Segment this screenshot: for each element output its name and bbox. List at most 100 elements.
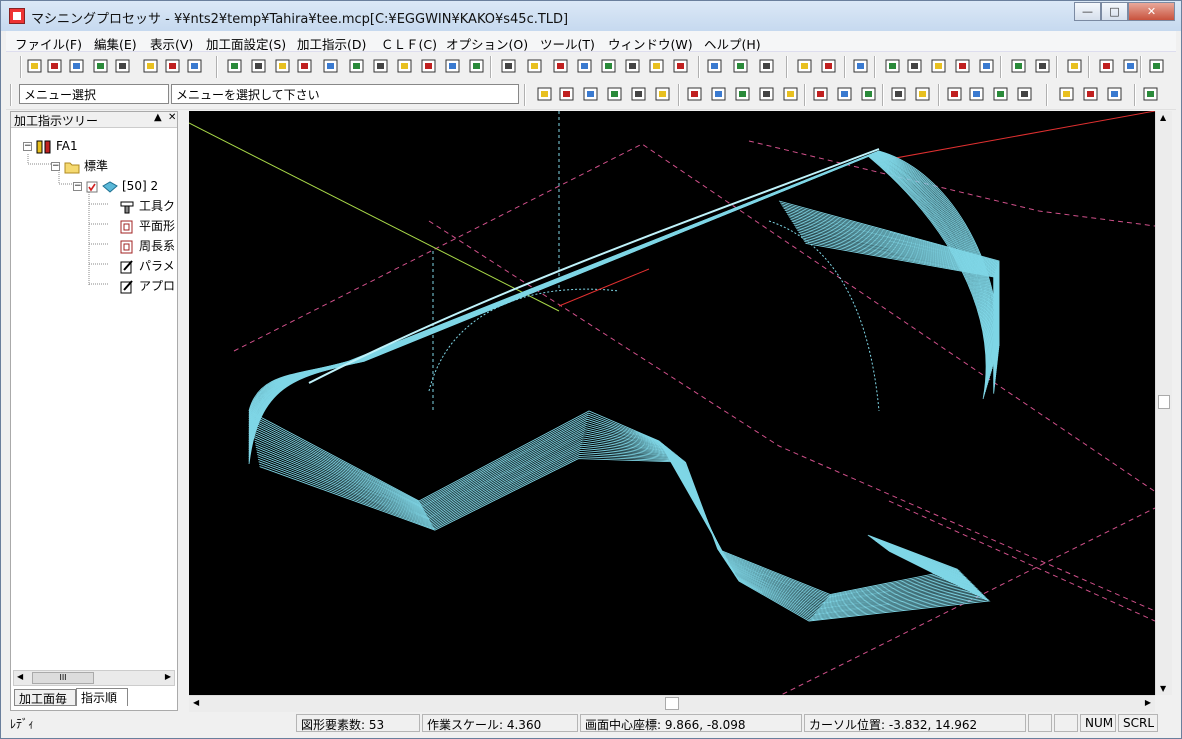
- scroll-thumb[interactable]: [665, 697, 679, 710]
- select-icon[interactable]: [526, 57, 544, 75]
- grid-tool-icon[interactable]: [322, 57, 340, 75]
- link-icon[interactable]: [672, 57, 690, 75]
- region-icon[interactable]: [710, 85, 728, 103]
- contour-icon[interactable]: [606, 85, 624, 103]
- tree-node-fa1[interactable]: − FA1: [23, 138, 78, 154]
- scroll-right-icon[interactable]: ▶: [165, 672, 171, 681]
- edit-icon[interactable]: [1082, 85, 1100, 103]
- layer-icon[interactable]: [420, 57, 438, 75]
- print-icon[interactable]: [164, 57, 182, 75]
- tree-node-surface[interactable]: − [50] 2: [73, 178, 158, 194]
- collapse-icon[interactable]: −: [23, 142, 32, 151]
- menu-machining[interactable]: 加工指示(D): [297, 34, 366, 53]
- tab-by-order[interactable]: 指示順: [76, 688, 128, 706]
- window-list-icon[interactable]: [1010, 57, 1028, 75]
- redo-icon[interactable]: [250, 57, 268, 75]
- brush-icon[interactable]: [468, 57, 486, 75]
- gear-icon[interactable]: [946, 85, 964, 103]
- maximize-button[interactable]: □: [1101, 2, 1128, 21]
- model-icon[interactable]: [914, 85, 932, 103]
- down-arrow-icon[interactable]: [142, 57, 160, 75]
- tree-node-param[interactable]: パラメ: [119, 258, 175, 274]
- menu-edit[interactable]: 編集(E): [94, 34, 137, 53]
- viewport-hscrollbar[interactable]: ◀ ▶: [189, 695, 1155, 712]
- table-icon[interactable]: [648, 57, 666, 75]
- menu-tools[interactable]: ツール(T): [540, 34, 595, 53]
- node-icon[interactable]: [576, 57, 594, 75]
- machine-icon[interactable]: [732, 57, 750, 75]
- camera-icon[interactable]: [852, 57, 870, 75]
- save-icon[interactable]: [68, 57, 86, 75]
- zoom-out-icon[interactable]: [954, 57, 972, 75]
- collapse-icon[interactable]: −: [73, 182, 82, 191]
- connect-icon[interactable]: [500, 57, 518, 75]
- edit-icon[interactable]: [92, 57, 110, 75]
- preview-icon[interactable]: [186, 57, 204, 75]
- tree-node-tool[interactable]: 工具ク: [119, 198, 175, 214]
- scroll-thumb[interactable]: [1158, 395, 1170, 409]
- document-icon[interactable]: [1142, 85, 1160, 103]
- paste-icon[interactable]: [624, 57, 642, 75]
- close-button[interactable]: ✕: [1128, 2, 1175, 21]
- slot-icon[interactable]: [630, 85, 648, 103]
- pan-icon[interactable]: [978, 57, 996, 75]
- grid-icon[interactable]: [1066, 57, 1084, 75]
- cut-icon[interactable]: [372, 57, 390, 75]
- machine-icon[interactable]: [396, 57, 414, 75]
- ruler-icon[interactable]: [1098, 57, 1116, 75]
- open-folder-icon[interactable]: [46, 57, 64, 75]
- viewport-vscrollbar[interactable]: ▲ ▼: [1155, 111, 1172, 695]
- mode-field[interactable]: メニュー選択: [19, 84, 169, 104]
- menu-help[interactable]: ヘルプ(H): [704, 34, 761, 53]
- array-icon[interactable]: [1016, 85, 1034, 103]
- checkbox-icon[interactable]: [1034, 57, 1052, 75]
- eraser-icon[interactable]: [758, 57, 776, 75]
- menu-surface-settings[interactable]: 加工面設定(S): [206, 34, 286, 53]
- tree-node-contour[interactable]: 周長系: [119, 238, 175, 254]
- zoom-window-icon[interactable]: [884, 57, 902, 75]
- finish-icon[interactable]: [860, 85, 878, 103]
- stack-icon[interactable]: [348, 57, 366, 75]
- report-icon[interactable]: [114, 57, 132, 75]
- collapse-icon[interactable]: −: [51, 162, 60, 171]
- pocket-icon[interactable]: [558, 85, 576, 103]
- profile-icon[interactable]: [686, 85, 704, 103]
- scroll-left-icon[interactable]: ◀: [17, 672, 23, 681]
- scroll-down-icon[interactable]: ▼: [1160, 684, 1166, 693]
- multi-select-icon[interactable]: [552, 57, 570, 75]
- scroll-icon[interactable]: [1148, 57, 1166, 75]
- panel-close-icon[interactable]: ✕: [168, 112, 176, 123]
- wave-icon[interactable]: [1106, 85, 1124, 103]
- tree-node-standard[interactable]: − 標準: [51, 158, 108, 174]
- copy-icon[interactable]: [600, 57, 618, 75]
- surface-icon[interactable]: [734, 85, 752, 103]
- tab-by-surface[interactable]: 加工面毎: [14, 689, 76, 706]
- tool-path-icon[interactable]: [296, 57, 314, 75]
- delete-icon[interactable]: [274, 57, 292, 75]
- brush-icon[interactable]: [812, 85, 830, 103]
- checkbox-icon[interactable]: [86, 180, 98, 194]
- undo-icon[interactable]: [226, 57, 244, 75]
- tree-node-plane[interactable]: 平面形: [119, 218, 175, 234]
- scroll-right-icon[interactable]: ▶: [1145, 698, 1151, 707]
- menu-clf[interactable]: ＣＬＦ(C): [381, 34, 437, 53]
- scroll-left-icon[interactable]: ◀: [193, 698, 199, 707]
- tool-change-icon[interactable]: [706, 57, 724, 75]
- scroll-thumb[interactable]: III: [32, 672, 94, 684]
- array-icon[interactable]: [968, 85, 986, 103]
- machine-icon[interactable]: [1058, 85, 1076, 103]
- view-fit-icon[interactable]: [820, 57, 838, 75]
- tree-node-approach[interactable]: アプロ: [119, 278, 175, 294]
- zoom-in-icon[interactable]: [930, 57, 948, 75]
- tree-hscrollbar[interactable]: ◀ III ▶: [13, 670, 175, 686]
- zoom-area-icon[interactable]: [906, 57, 924, 75]
- pin-icon[interactable]: ▲: [154, 112, 162, 123]
- menu-window[interactable]: ウィンドウ(W): [608, 34, 693, 53]
- drill-icon[interactable]: [536, 85, 554, 103]
- pattern-icon[interactable]: [836, 85, 854, 103]
- scroll-up-icon[interactable]: ▲: [1160, 113, 1166, 122]
- spot-icon[interactable]: [654, 85, 672, 103]
- offset-icon[interactable]: [758, 85, 776, 103]
- new-file-icon[interactable]: [26, 57, 44, 75]
- view-rotate-icon[interactable]: [796, 57, 814, 75]
